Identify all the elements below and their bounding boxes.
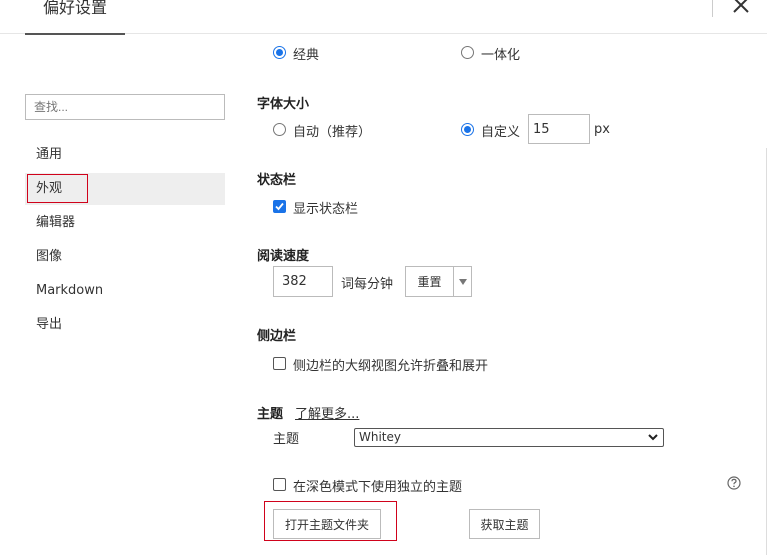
sidebar-item-export[interactable]: 导出 (25, 309, 225, 341)
get-theme-label: 获取主题 (480, 517, 529, 532)
get-theme-button[interactable]: 获取主题 (469, 509, 540, 539)
reading-speed-unit: 词每分钟 (341, 277, 394, 292)
sidebar-item-label: Markdown (36, 283, 104, 298)
sidebar-item-general[interactable]: 通用 (25, 139, 225, 171)
reset-button-label: 重置 (417, 275, 442, 289)
close-button[interactable] (730, 0, 752, 16)
dark-mode-theme-checkbox[interactable] (273, 478, 286, 491)
outline-collapse-label: 侧边栏的大纲视图允许折叠和展开 (293, 359, 489, 374)
theme-select[interactable]: Whitey (354, 428, 664, 447)
highlight-box-appearance (27, 174, 88, 203)
sidebar-item-image[interactable]: 图像 (25, 241, 225, 273)
learn-more-link[interactable]: 了解更多... (295, 403, 359, 422)
title-separator (712, 0, 713, 17)
radio-font-auto-label: 自动（推荐） (293, 125, 372, 140)
status-bar-checkbox-label: 显示状态栏 (293, 202, 359, 217)
reading-speed-title: 阅读速度 (257, 249, 310, 264)
window-title: 偏好设置 (43, 0, 108, 17)
font-size-value: 15 (533, 121, 550, 137)
radio-font-custom[interactable] (461, 123, 474, 136)
close-icon (733, 0, 749, 13)
radio-classic[interactable] (273, 46, 286, 59)
theme-select-value: Whitey (359, 430, 401, 444)
checkmark-icon (275, 202, 284, 211)
font-size-input[interactable]: 15 (528, 114, 590, 144)
radio-unibody[interactable] (461, 46, 474, 59)
theme-field-label: 主题 (273, 432, 300, 447)
status-bar-checkbox[interactable] (273, 200, 286, 213)
radio-unibody-label: 一体化 (481, 48, 521, 63)
sidebar-item-label: 图像 (36, 249, 63, 264)
help-icon (727, 476, 741, 490)
sidebar-item-label: 导出 (36, 317, 63, 332)
title-underline (25, 33, 125, 35)
font-size-title: 字体大小 (257, 97, 310, 112)
chevron-down-icon (648, 434, 658, 441)
reading-speed-value: 382 (282, 274, 307, 289)
sidebar-item-label: 通用 (36, 147, 63, 162)
radio-classic-label: 经典 (293, 48, 320, 63)
reset-dropdown-button[interactable] (453, 266, 472, 297)
highlight-box-open-folder (264, 501, 397, 541)
dark-mode-theme-label: 在深色模式下使用独立的主题 (293, 480, 463, 495)
status-bar-title: 状态栏 (257, 173, 297, 188)
search-input[interactable] (25, 94, 225, 120)
sidebar-item-editor[interactable]: 编辑器 (25, 207, 225, 239)
radio-font-auto[interactable] (273, 123, 286, 136)
reset-button[interactable]: 重置 (405, 266, 454, 297)
caret-down-icon (458, 278, 467, 285)
theme-title: 主题 (257, 407, 284, 422)
font-size-unit: px (594, 122, 610, 137)
radio-font-custom-label: 自定义 (481, 125, 521, 140)
sidebar-item-markdown[interactable]: Markdown (25, 275, 225, 307)
title-bar: 偏好设置 (0, 0, 767, 35)
sidebar-section-title: 侧边栏 (257, 329, 297, 344)
help-button[interactable] (727, 476, 741, 490)
reading-speed-input[interactable]: 382 (273, 266, 333, 297)
outline-collapse-checkbox[interactable] (273, 357, 286, 370)
sidebar-item-label: 编辑器 (36, 215, 76, 230)
